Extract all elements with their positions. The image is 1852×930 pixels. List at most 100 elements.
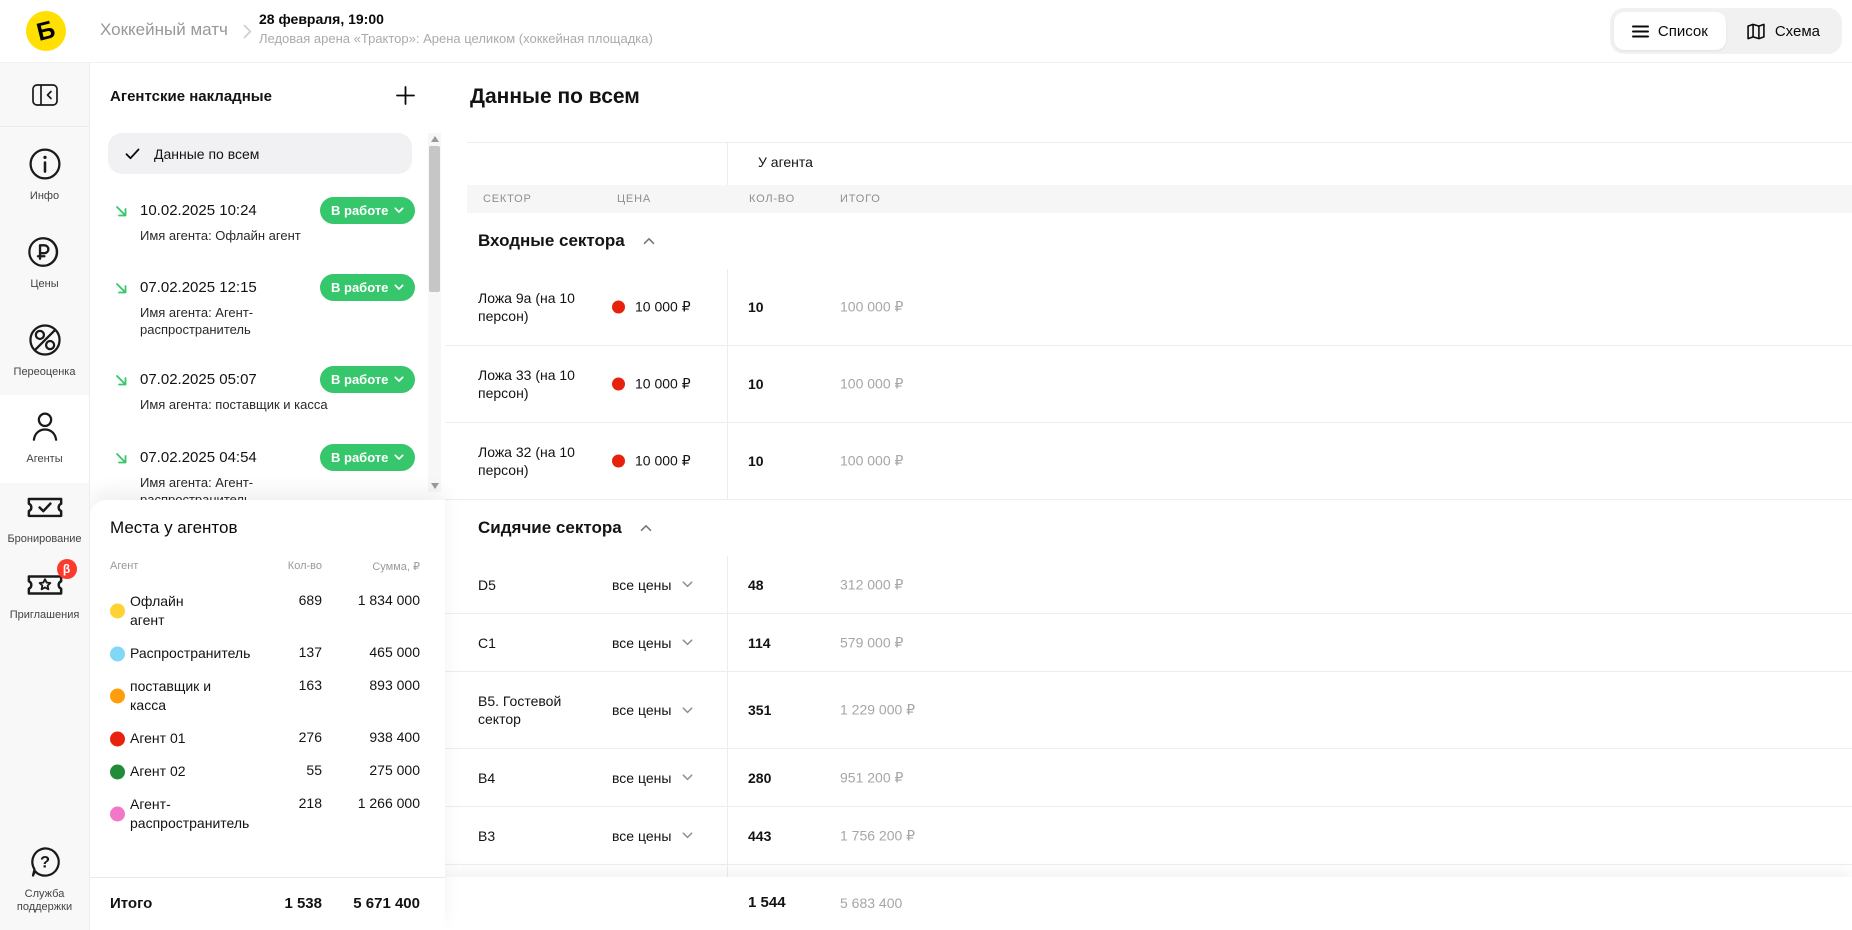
agent-total: 100 000 ₽ xyxy=(840,453,903,470)
invoice-agent: Имя агента: Офлайн агент xyxy=(140,227,340,244)
price-cell[interactable]: 10 000 ₽ xyxy=(612,453,691,470)
agent-name: Офлайн агент xyxy=(130,592,218,630)
section-header-entry-sectors: Входные сектора xyxy=(445,213,1852,269)
invoice-status: В работе xyxy=(331,450,388,465)
sector-row: C1 все цены 114 579 000 ₽ xyxy=(445,614,1852,672)
price-category-dot xyxy=(612,301,625,314)
breadcrumb[interactable]: Хоккейный матч xyxy=(100,20,228,40)
invoice-agent: Имя агента: поставщик и касса xyxy=(140,396,340,413)
price-filter-select[interactable]: все цены xyxy=(612,828,693,844)
price-cell[interactable]: 10 000 ₽ xyxy=(612,299,691,316)
ticket-check-icon xyxy=(25,493,65,525)
agent-count: 276 xyxy=(299,729,322,745)
column-total: ИТОГО xyxy=(840,193,881,205)
event-venue: Ледовая арена «Трактор»: Арена целиком (… xyxy=(259,31,653,46)
invoice-list-scrollbar[interactable] xyxy=(428,133,441,492)
sector-name: D5 xyxy=(478,576,602,594)
price-category-dot xyxy=(612,455,625,468)
sidebar-item-label: Агенты xyxy=(26,453,62,466)
total-sum: 5 671 400 xyxy=(353,895,420,912)
column-divider xyxy=(727,672,728,749)
price-value: 10 000 ₽ xyxy=(635,299,691,316)
invoice-date: 07.02.2025 12:15 xyxy=(140,279,257,296)
price-filter-select[interactable]: все цены xyxy=(612,770,693,786)
sector-row: Ложа 33 (на 10 персон) 10 000 ₽ 10 100 0… xyxy=(445,346,1852,423)
price-filter-value: все цены xyxy=(612,635,671,651)
agent-count: 10 xyxy=(748,376,764,392)
chevron-up-icon[interactable] xyxy=(640,524,652,532)
agent-row: Распространитель 137 465 000 xyxy=(90,644,445,663)
sidebar-item-label: Цены xyxy=(30,278,58,291)
total-count: 1 538 xyxy=(284,895,322,912)
invoice-status: В работе xyxy=(331,372,388,387)
invoice-status-badge[interactable]: В работе xyxy=(320,366,415,393)
price-filter-value: все цены xyxy=(612,770,671,786)
agent-row: Агент 01 276 938 400 xyxy=(90,729,445,748)
sector-name: B3 xyxy=(478,827,602,845)
agent-count: 137 xyxy=(299,644,322,660)
invoice-status-badge[interactable]: В работе xyxy=(320,274,415,301)
sector-row: D5 все цены 48 312 000 ₽ xyxy=(445,556,1852,614)
price-filter-value: все цены xyxy=(612,702,671,718)
agent-sum: 275 000 xyxy=(369,762,420,778)
agent-count: 55 xyxy=(306,762,322,778)
sidebar-item-revaluation[interactable]: Переоценка xyxy=(0,309,89,395)
sidebar-item-prices[interactable]: Цены xyxy=(0,221,89,309)
column-divider xyxy=(727,807,728,865)
agent-sum: 1 834 000 xyxy=(358,592,420,608)
agent-count: 689 xyxy=(299,592,322,608)
column-sum: Сумма, ₽ xyxy=(372,560,420,573)
price-value: 10 000 ₽ xyxy=(635,376,691,393)
agent-count: 10 xyxy=(748,299,764,315)
agent-count: 218 xyxy=(299,795,322,811)
collapse-sidebar-button[interactable] xyxy=(0,63,89,127)
invoice-date: 10.02.2025 10:24 xyxy=(140,202,257,219)
scroll-down-arrow[interactable] xyxy=(431,483,439,489)
sidebar-item-info[interactable]: Инфо xyxy=(0,133,89,221)
arrow-down-right-icon xyxy=(114,204,128,218)
sidebar-item-agents[interactable]: Агенты xyxy=(0,395,89,483)
price-filter-select[interactable]: все цены xyxy=(612,635,693,651)
view-toggle-list-label: Список xyxy=(1658,23,1708,40)
agent-name: Агент-распространитель xyxy=(130,795,218,833)
agent-row: поставщик и касса 163 893 000 xyxy=(90,677,445,715)
invoice-status-badge[interactable]: В работе xyxy=(320,197,415,224)
scroll-up-arrow[interactable] xyxy=(431,136,439,142)
table-footer-totals: 1 544 5 683 400 xyxy=(445,877,1852,930)
list-icon xyxy=(1632,25,1649,38)
page-title: Данные по всем xyxy=(470,85,640,109)
column-count: КОЛ-ВО xyxy=(749,193,795,205)
scrollbar-thumb[interactable] xyxy=(429,146,440,292)
price-category-dot xyxy=(612,378,625,391)
agent-total: 579 000 ₽ xyxy=(840,634,903,651)
price-cell[interactable]: 10 000 ₽ xyxy=(612,376,691,393)
section-title: Сидячие сектора xyxy=(478,518,622,538)
invoice-status-badge[interactable]: В работе xyxy=(320,444,415,471)
agent-places-title: Места у агентов xyxy=(110,518,238,538)
sector-row: Ложа 9а (на 10 персон) 10 000 ₽ 10 100 0… xyxy=(445,269,1852,346)
agent-total: 100 000 ₽ xyxy=(840,299,903,316)
all-data-item[interactable]: Данные по всем xyxy=(108,133,412,174)
brand-logo[interactable]: Б xyxy=(26,11,66,51)
view-toggle: Список Схема xyxy=(1610,8,1842,54)
column-price: ЦЕНА xyxy=(617,193,651,205)
all-data-label: Данные по всем xyxy=(154,146,259,162)
sidebar-item-support[interactable]: ? Службаподдержки xyxy=(0,832,89,924)
sector-row: B5. Гостевой сектор все цены 351 1 229 0… xyxy=(445,672,1852,749)
sector-name: Ложа 33 (на 10 персон) xyxy=(478,366,602,402)
main-content: Данные по всем У агента СЕКТОР ЦЕНА КОЛ-… xyxy=(445,63,1852,930)
agent-places-card: Места у агентов Агент Кол-во Сумма, ₽ Оф… xyxy=(90,500,445,930)
sidebar-item-invites[interactable]: β Приглашения xyxy=(0,559,89,639)
price-filter-select[interactable]: все цены xyxy=(612,702,693,718)
sidebar-rail: Инфо Цены Переоценка Агенты Бронирование… xyxy=(0,63,90,930)
support-icon: ? xyxy=(27,844,63,880)
sector-name: B4 xyxy=(478,769,602,787)
price-filter-select[interactable]: все цены xyxy=(612,577,693,593)
view-toggle-scheme[interactable]: Схема xyxy=(1728,12,1838,50)
chevron-up-icon[interactable] xyxy=(643,237,655,245)
agent-sum: 893 000 xyxy=(369,677,420,693)
view-toggle-list[interactable]: Список xyxy=(1614,12,1726,50)
chevron-right-icon xyxy=(243,24,252,39)
add-invoice-button[interactable] xyxy=(391,81,419,109)
sidebar-item-booking[interactable]: Бронирование xyxy=(0,483,89,559)
